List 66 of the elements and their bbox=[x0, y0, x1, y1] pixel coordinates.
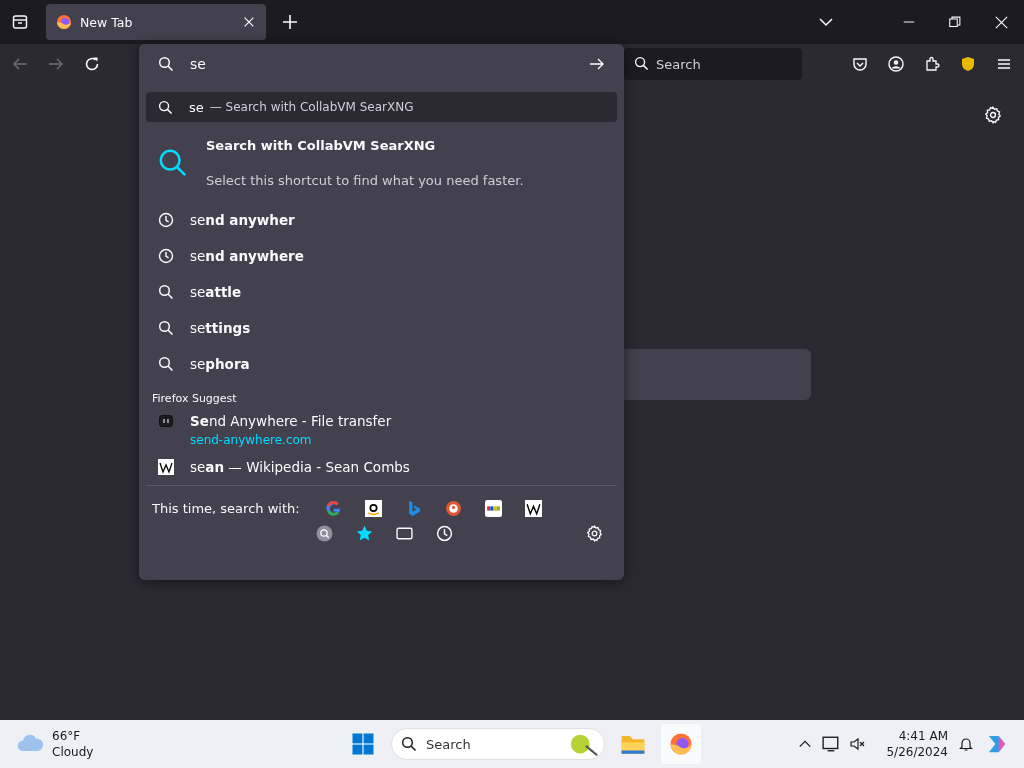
monitor-icon[interactable] bbox=[822, 735, 841, 753]
amazon-icon[interactable] bbox=[365, 500, 383, 517]
bell-icon[interactable] bbox=[958, 736, 974, 752]
browser-tab[interactable]: New Tab bbox=[46, 4, 266, 40]
shortcut-description: Select this shortcut to find what you need faster. bbox=[206, 173, 524, 188]
ebay-icon[interactable] bbox=[485, 500, 503, 517]
search-suggestion-row[interactable]: se — Search with CollabVM SearXNG bbox=[146, 92, 617, 122]
shield-icon[interactable] bbox=[960, 56, 976, 72]
search-icon bbox=[158, 320, 174, 336]
suggestion-item[interactable]: send anywher bbox=[190, 212, 295, 228]
history-icon bbox=[158, 212, 174, 228]
restore-icon[interactable] bbox=[949, 16, 961, 28]
settings-icon[interactable] bbox=[586, 525, 603, 542]
section-label: Firefox Suggest bbox=[151, 391, 238, 407]
history-icon[interactable] bbox=[435, 525, 453, 542]
tab-icon[interactable] bbox=[395, 525, 413, 542]
close-icon[interactable] bbox=[242, 15, 256, 29]
close-icon[interactable] bbox=[994, 15, 1008, 29]
clock-time[interactable]: 4:41 AM bbox=[898, 728, 948, 744]
search-with-label: This time, search with: bbox=[152, 501, 300, 516]
firefox-icon[interactable] bbox=[669, 732, 693, 756]
weather-temperature: 66°F bbox=[52, 728, 82, 744]
extensions-icon[interactable] bbox=[924, 56, 940, 72]
windows-start-icon[interactable] bbox=[351, 732, 375, 756]
address-field[interactable]: se bbox=[188, 55, 575, 73]
clock-date[interactable]: 5/26/2024 bbox=[886, 744, 948, 760]
search-field[interactable]: Search bbox=[624, 48, 802, 80]
result-url[interactable]: send-anywhere.com bbox=[190, 433, 392, 447]
search-icon bbox=[158, 284, 174, 300]
search-icon bbox=[158, 356, 174, 372]
action-text: — Search with CollabVM SearXNG bbox=[209, 100, 414, 114]
shortcut-title[interactable]: Search with CollabVM SearXNG bbox=[206, 138, 524, 153]
history-icon bbox=[158, 248, 174, 264]
result-title[interactable]: Send Anywhere - File transfer bbox=[190, 413, 392, 429]
search-icon bbox=[158, 148, 188, 178]
suggestion-item[interactable]: sephora bbox=[190, 356, 250, 372]
wikipedia-icon bbox=[158, 459, 174, 475]
menu-icon[interactable] bbox=[996, 56, 1012, 72]
firefox-icon bbox=[56, 14, 72, 30]
result-title[interactable]: sean — Wikipedia - Sean Combs bbox=[190, 459, 410, 475]
site-icon bbox=[158, 413, 174, 429]
query-text: se bbox=[189, 99, 204, 115]
settings-icon[interactable] bbox=[984, 106, 1002, 124]
star-icon[interactable] bbox=[355, 525, 373, 542]
suggestion-item[interactable]: seattle bbox=[190, 284, 242, 300]
speaker-muted-icon[interactable] bbox=[850, 736, 867, 752]
search-icon bbox=[634, 56, 649, 71]
suggestion-item[interactable]: send anywhere bbox=[190, 248, 304, 264]
search-icon bbox=[158, 56, 174, 72]
duck-icon[interactable] bbox=[445, 500, 463, 517]
taskbar-search-field[interactable]: Search bbox=[391, 728, 605, 760]
account-icon[interactable] bbox=[888, 56, 904, 72]
new-tab-icon[interactable] bbox=[282, 14, 298, 30]
forward-icon[interactable] bbox=[48, 56, 64, 72]
tray-icon bbox=[12, 14, 28, 30]
back-icon[interactable] bbox=[12, 56, 28, 72]
reload-icon[interactable] bbox=[84, 56, 100, 72]
wikipedia-icon[interactable] bbox=[525, 500, 543, 517]
search-icon bbox=[158, 99, 173, 115]
go-arrow-icon[interactable] bbox=[589, 56, 605, 72]
google-icon[interactable] bbox=[325, 500, 343, 517]
suggestion-item[interactable]: settings bbox=[190, 320, 251, 336]
pocket-icon[interactable] bbox=[852, 56, 868, 72]
search-engine-icon[interactable] bbox=[315, 525, 333, 542]
search-icon bbox=[401, 736, 417, 752]
weather-condition: Cloudy bbox=[52, 744, 94, 760]
